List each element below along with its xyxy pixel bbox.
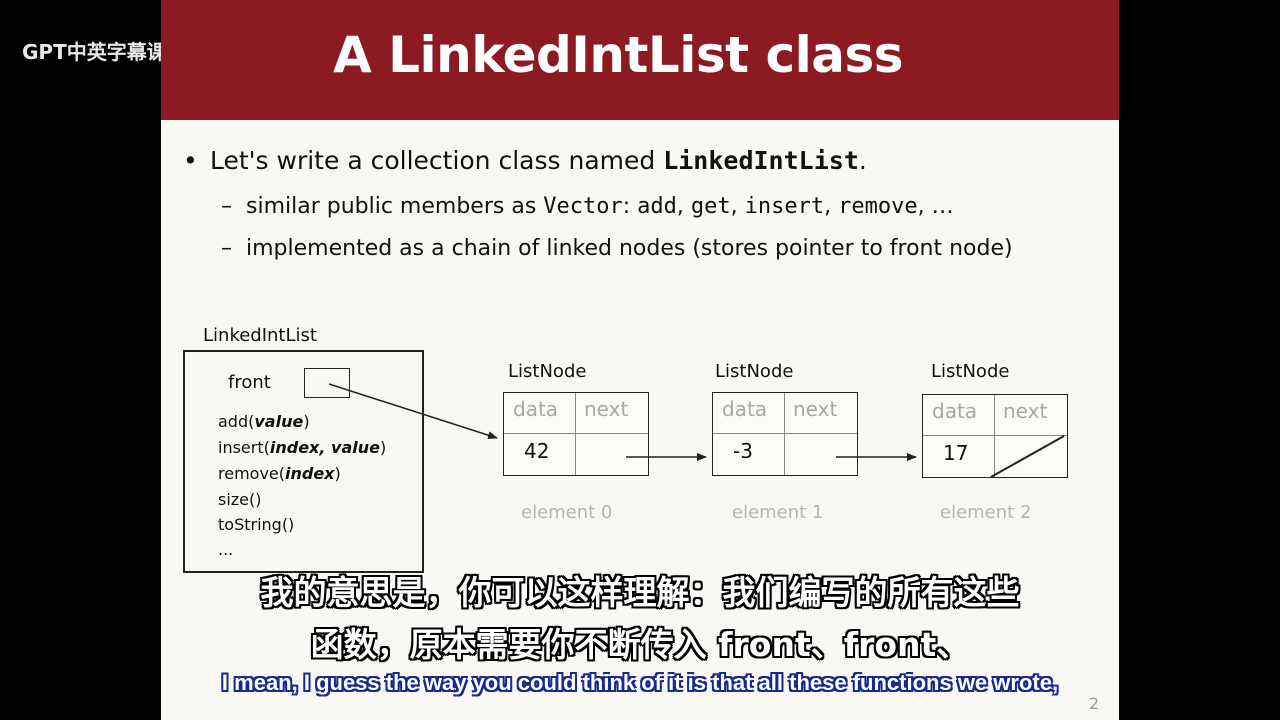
subtitle-cn-line-2: 函数，原本需要你不断传入 front、front、 (310, 625, 970, 664)
null-slash (990, 435, 1065, 478)
subtitle-cn-line-1: 我的意思是，你可以这样理解：我们编写的所有这些 (260, 573, 1020, 612)
subtitle-en-line: I mean, I guess the way you could think … (221, 670, 1059, 695)
front-arrow (328, 383, 498, 440)
video-frame: GPT中英字幕课程 bilibili A LinkedIntList class… (0, 0, 1280, 720)
page-number: 2 (1089, 694, 1100, 713)
